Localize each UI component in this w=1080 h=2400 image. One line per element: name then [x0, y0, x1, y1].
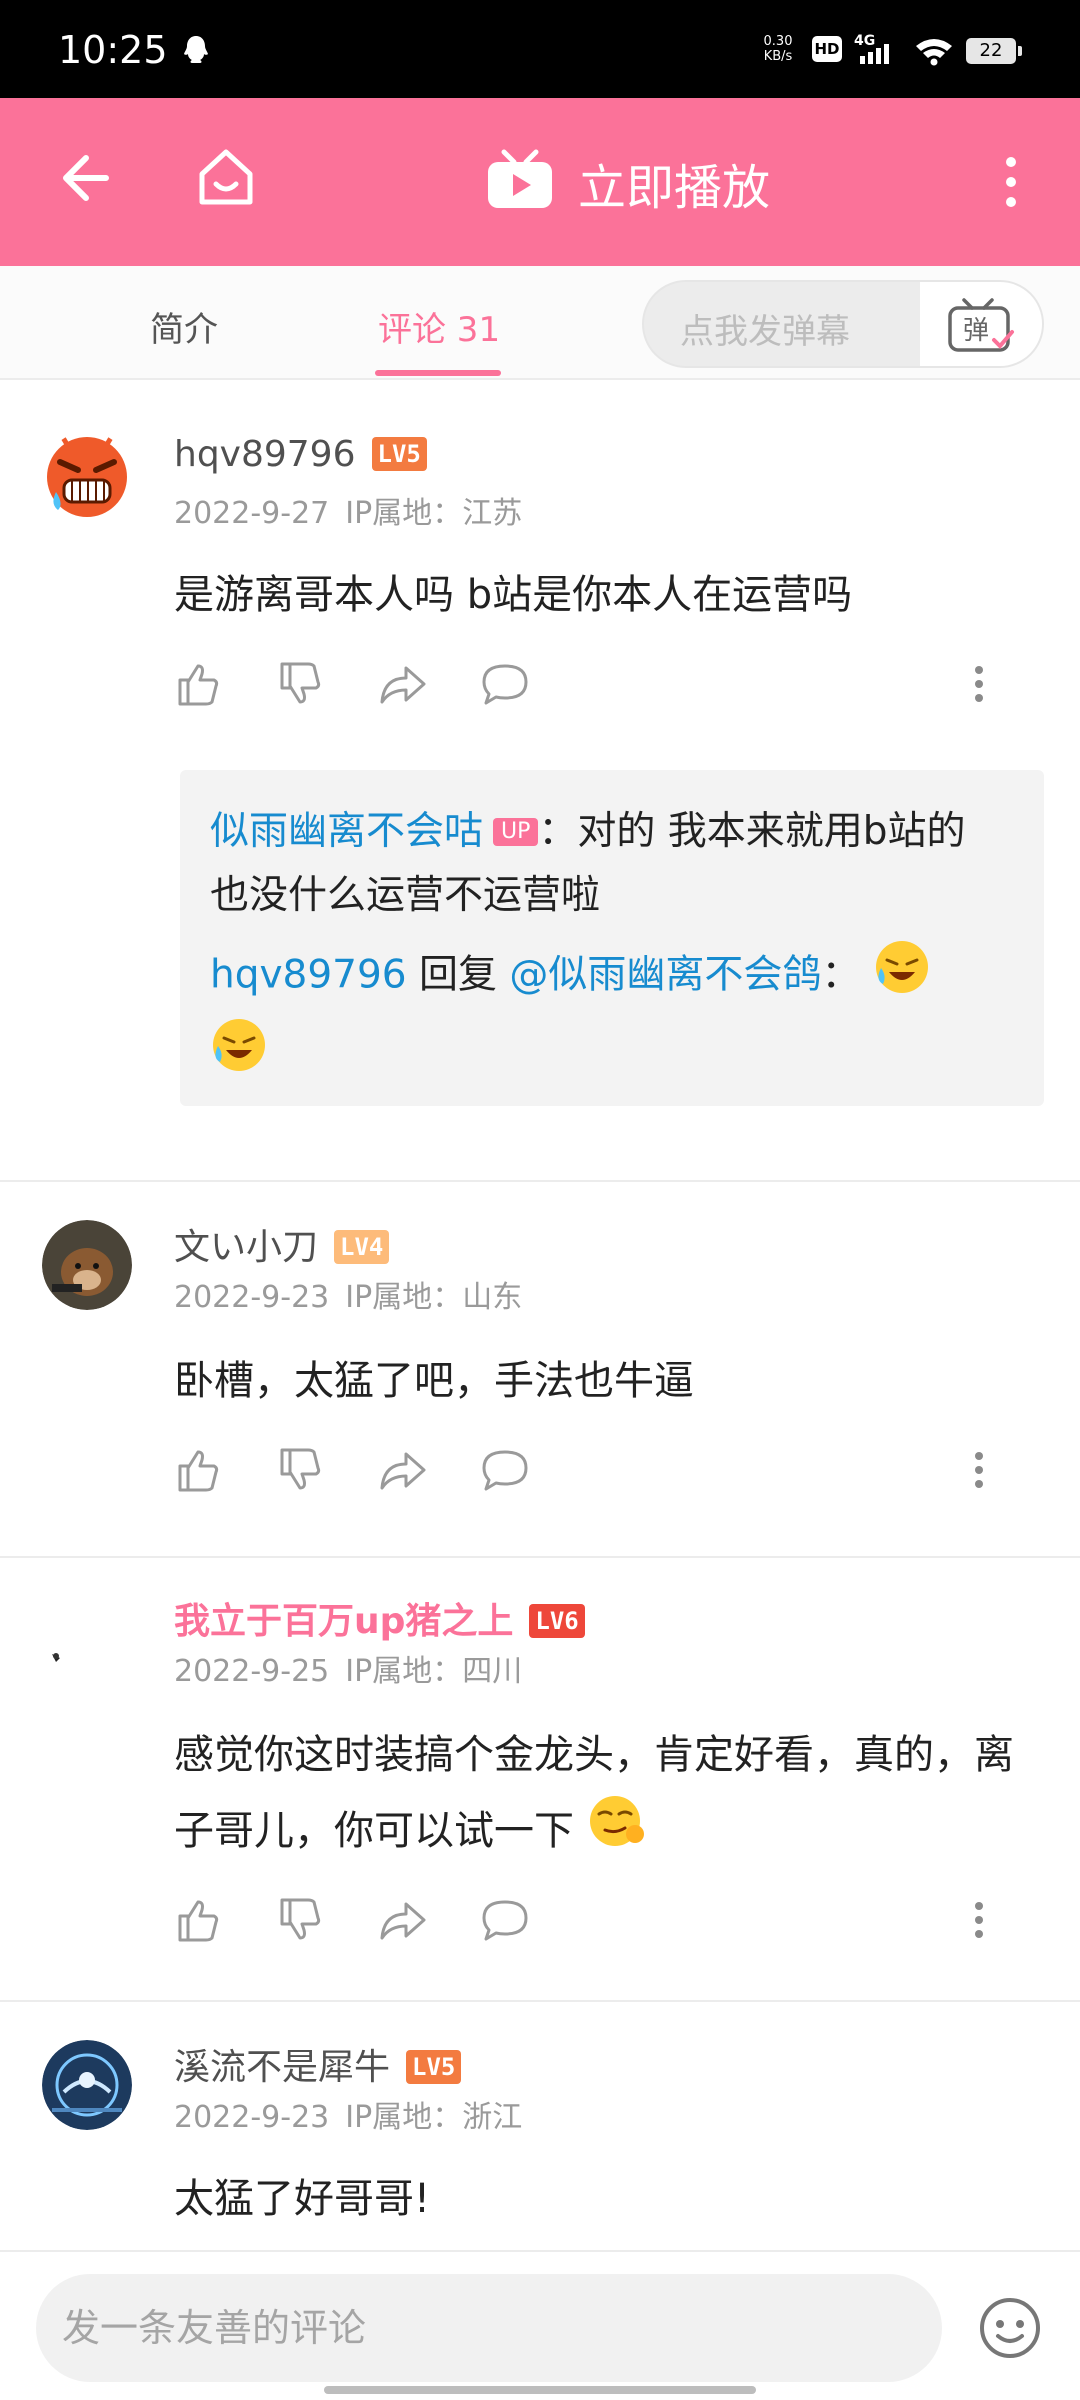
comment-date: 2022-9-25 — [174, 1654, 330, 1689]
comment-username[interactable]: 文い小刀 LV4 — [174, 1218, 390, 1270]
reply-author[interactable]: 似雨幽离不会咕 — [210, 809, 483, 854]
comment-item: 我立于百万up猪之上 LV6 2022-9-25 IP属地：四川 感觉你这时装搞个金… — [0, 1558, 1080, 2002]
username-text: 我立于百万up猪之上 — [174, 1601, 514, 1642]
reply-icon[interactable] — [480, 1446, 530, 1498]
comment-text: 太猛了好哥哥! — [174, 2176, 431, 2222]
share-icon[interactable] — [378, 660, 426, 712]
comment-text: 卧槽，太猛了吧，手法也牛逼 — [174, 1358, 694, 1404]
comment-meta: 2022-9-25 IP属地：四川 — [174, 1646, 522, 1690]
status-bar: 10:25 0.30 KB/s HD 4G 22 — [0, 0, 1080, 98]
share-icon[interactable] — [378, 1446, 426, 1498]
network-type: 4G — [854, 33, 875, 49]
danmaku-toggle-button[interactable]: 弹 — [920, 282, 1042, 366]
share-icon[interactable] — [378, 1896, 426, 1948]
comment-meta: 2022-9-23 IP属地：浙江 — [174, 2092, 522, 2136]
reply-text: ： — [821, 952, 861, 998]
comment-item: 溪流不是犀牛 LV5 2022-9-23 IP属地：浙江 太猛了好哥哥! — [0, 2002, 1080, 2250]
more-options-icon[interactable] — [1004, 154, 1018, 214]
play-now-button[interactable]: 立即播放 — [484, 148, 770, 218]
comment-actions — [174, 1446, 1014, 1496]
home-icon[interactable] — [194, 146, 258, 214]
reply-item: 似雨幽离不会咕 UP ：对的 我本来就用b站的 也没什么运营不运营啦 — [210, 800, 1014, 928]
reply-icon[interactable] — [480, 1896, 530, 1948]
comment-username[interactable]: 我立于百万up猪之上 LV6 — [174, 1592, 585, 1644]
comment-date: 2022-9-23 — [174, 2100, 330, 2135]
danmaku-button-label: 弹 — [963, 316, 989, 346]
avatar[interactable] — [42, 1220, 132, 1310]
tab-comments[interactable]: 评论 31 — [378, 302, 500, 351]
username-text: 文い小刀 — [174, 1227, 319, 1268]
hd-badge: HD — [812, 36, 842, 62]
comment-input[interactable] — [36, 2274, 942, 2382]
comment-actions — [174, 660, 1014, 710]
level-badge: LV5 — [371, 437, 427, 471]
tv-play-icon — [484, 148, 556, 218]
reply-word: 回复 — [406, 952, 510, 998]
up-badge: UP — [493, 818, 539, 846]
like-icon[interactable] — [174, 1896, 222, 1948]
level-badge: LV5 — [406, 2050, 462, 2084]
net-speed: 0.30 KB/s — [760, 34, 796, 64]
comment-username[interactable]: hqv89796 LV5 — [174, 434, 427, 475]
comment-ip: IP属地：四川 — [345, 1654, 523, 1689]
username-text: hqv89796 — [174, 434, 356, 475]
comment-date: 2022-9-23 — [174, 1280, 330, 1315]
tab-intro[interactable]: 简介 — [150, 302, 218, 351]
comment-menu-icon[interactable] — [974, 660, 984, 712]
cellular-signal-icon: 4G — [854, 32, 906, 70]
comment-text: 是游离哥本人吗 b站是你本人在运营吗 — [174, 572, 853, 618]
avatar[interactable] — [42, 2040, 132, 2130]
wifi-icon — [914, 36, 954, 70]
danmaku-placeholder: 点我发弹幕 — [680, 312, 850, 352]
avatar[interactable] — [42, 1596, 132, 1686]
dislike-icon[interactable] — [276, 660, 324, 712]
comment-ip: IP属地：浙江 — [345, 2100, 523, 2135]
dislike-icon[interactable] — [276, 1896, 324, 1948]
status-time: 10:25 — [58, 28, 168, 72]
reply-mention[interactable]: @似雨幽离不会鸽 — [509, 953, 821, 998]
home-indicator[interactable] — [324, 2386, 756, 2394]
comment-menu-icon[interactable] — [974, 1896, 984, 1948]
laugh-cry-emoji-icon — [210, 1016, 268, 1094]
like-icon[interactable] — [174, 660, 222, 712]
net-speed-value: 0.30 — [763, 34, 793, 49]
comment-date: 2022-9-27 — [174, 496, 330, 531]
battery-indicator: 22 — [966, 38, 1022, 64]
comment-compose-bar — [0, 2250, 1080, 2400]
level-badge: LV4 — [334, 1230, 390, 1264]
tab-bar: 简介 评论 31 点我发弹幕 弹 — [0, 266, 1080, 380]
comment-menu-icon[interactable] — [974, 1446, 984, 1498]
dislike-icon[interactable] — [276, 1446, 324, 1498]
net-speed-unit: KB/s — [763, 49, 793, 64]
reply-item: hqv89796 回复 @似雨幽离不会鸽： — [210, 938, 1014, 1094]
comment-username[interactable]: 溪流不是犀牛 LV5 — [174, 2038, 462, 2090]
qq-notification-icon — [182, 34, 210, 70]
comment-ip: IP属地：江苏 — [345, 496, 523, 531]
reply-icon[interactable] — [480, 660, 530, 712]
comment-text: 感觉你这时装搞个金龙头，肯定好看，真的，离子哥儿，你可以试一下 — [174, 1718, 1014, 1874]
top-bar: 立即播放 — [0, 98, 1080, 266]
laugh-cry-emoji-icon — [873, 938, 931, 1016]
like-icon[interactable] — [174, 1446, 222, 1498]
avatar[interactable] — [42, 432, 132, 522]
reply-thread[interactable]: 似雨幽离不会咕 UP ：对的 我本来就用b站的 也没什么运营不运营啦 hqv8979… — [180, 770, 1044, 1106]
comment-meta: 2022-9-23 IP属地：山东 — [174, 1272, 522, 1316]
comment-meta: 2022-9-27 IP属地：江苏 — [174, 488, 522, 532]
comment-ip: IP属地：山东 — [345, 1280, 523, 1315]
emoji-picker-icon[interactable] — [978, 2296, 1042, 2364]
play-now-label: 立即播放 — [578, 160, 771, 216]
active-tab-indicator — [375, 370, 501, 376]
reply-author[interactable]: hqv89796 — [210, 953, 407, 998]
username-text: 溪流不是犀牛 — [174, 2047, 391, 2088]
comment-item: 文い小刀 LV4 2022-9-23 IP属地：山东 卧槽，太猛了吧，手法也牛逼 — [0, 1182, 1080, 1558]
danmaku-input[interactable]: 点我发弹幕 弹 — [642, 280, 1044, 368]
smirk-emoji-icon — [587, 1792, 649, 1874]
comment-actions — [174, 1896, 1014, 1946]
level-badge: LV6 — [529, 1604, 585, 1638]
back-arrow-icon[interactable] — [56, 150, 112, 210]
